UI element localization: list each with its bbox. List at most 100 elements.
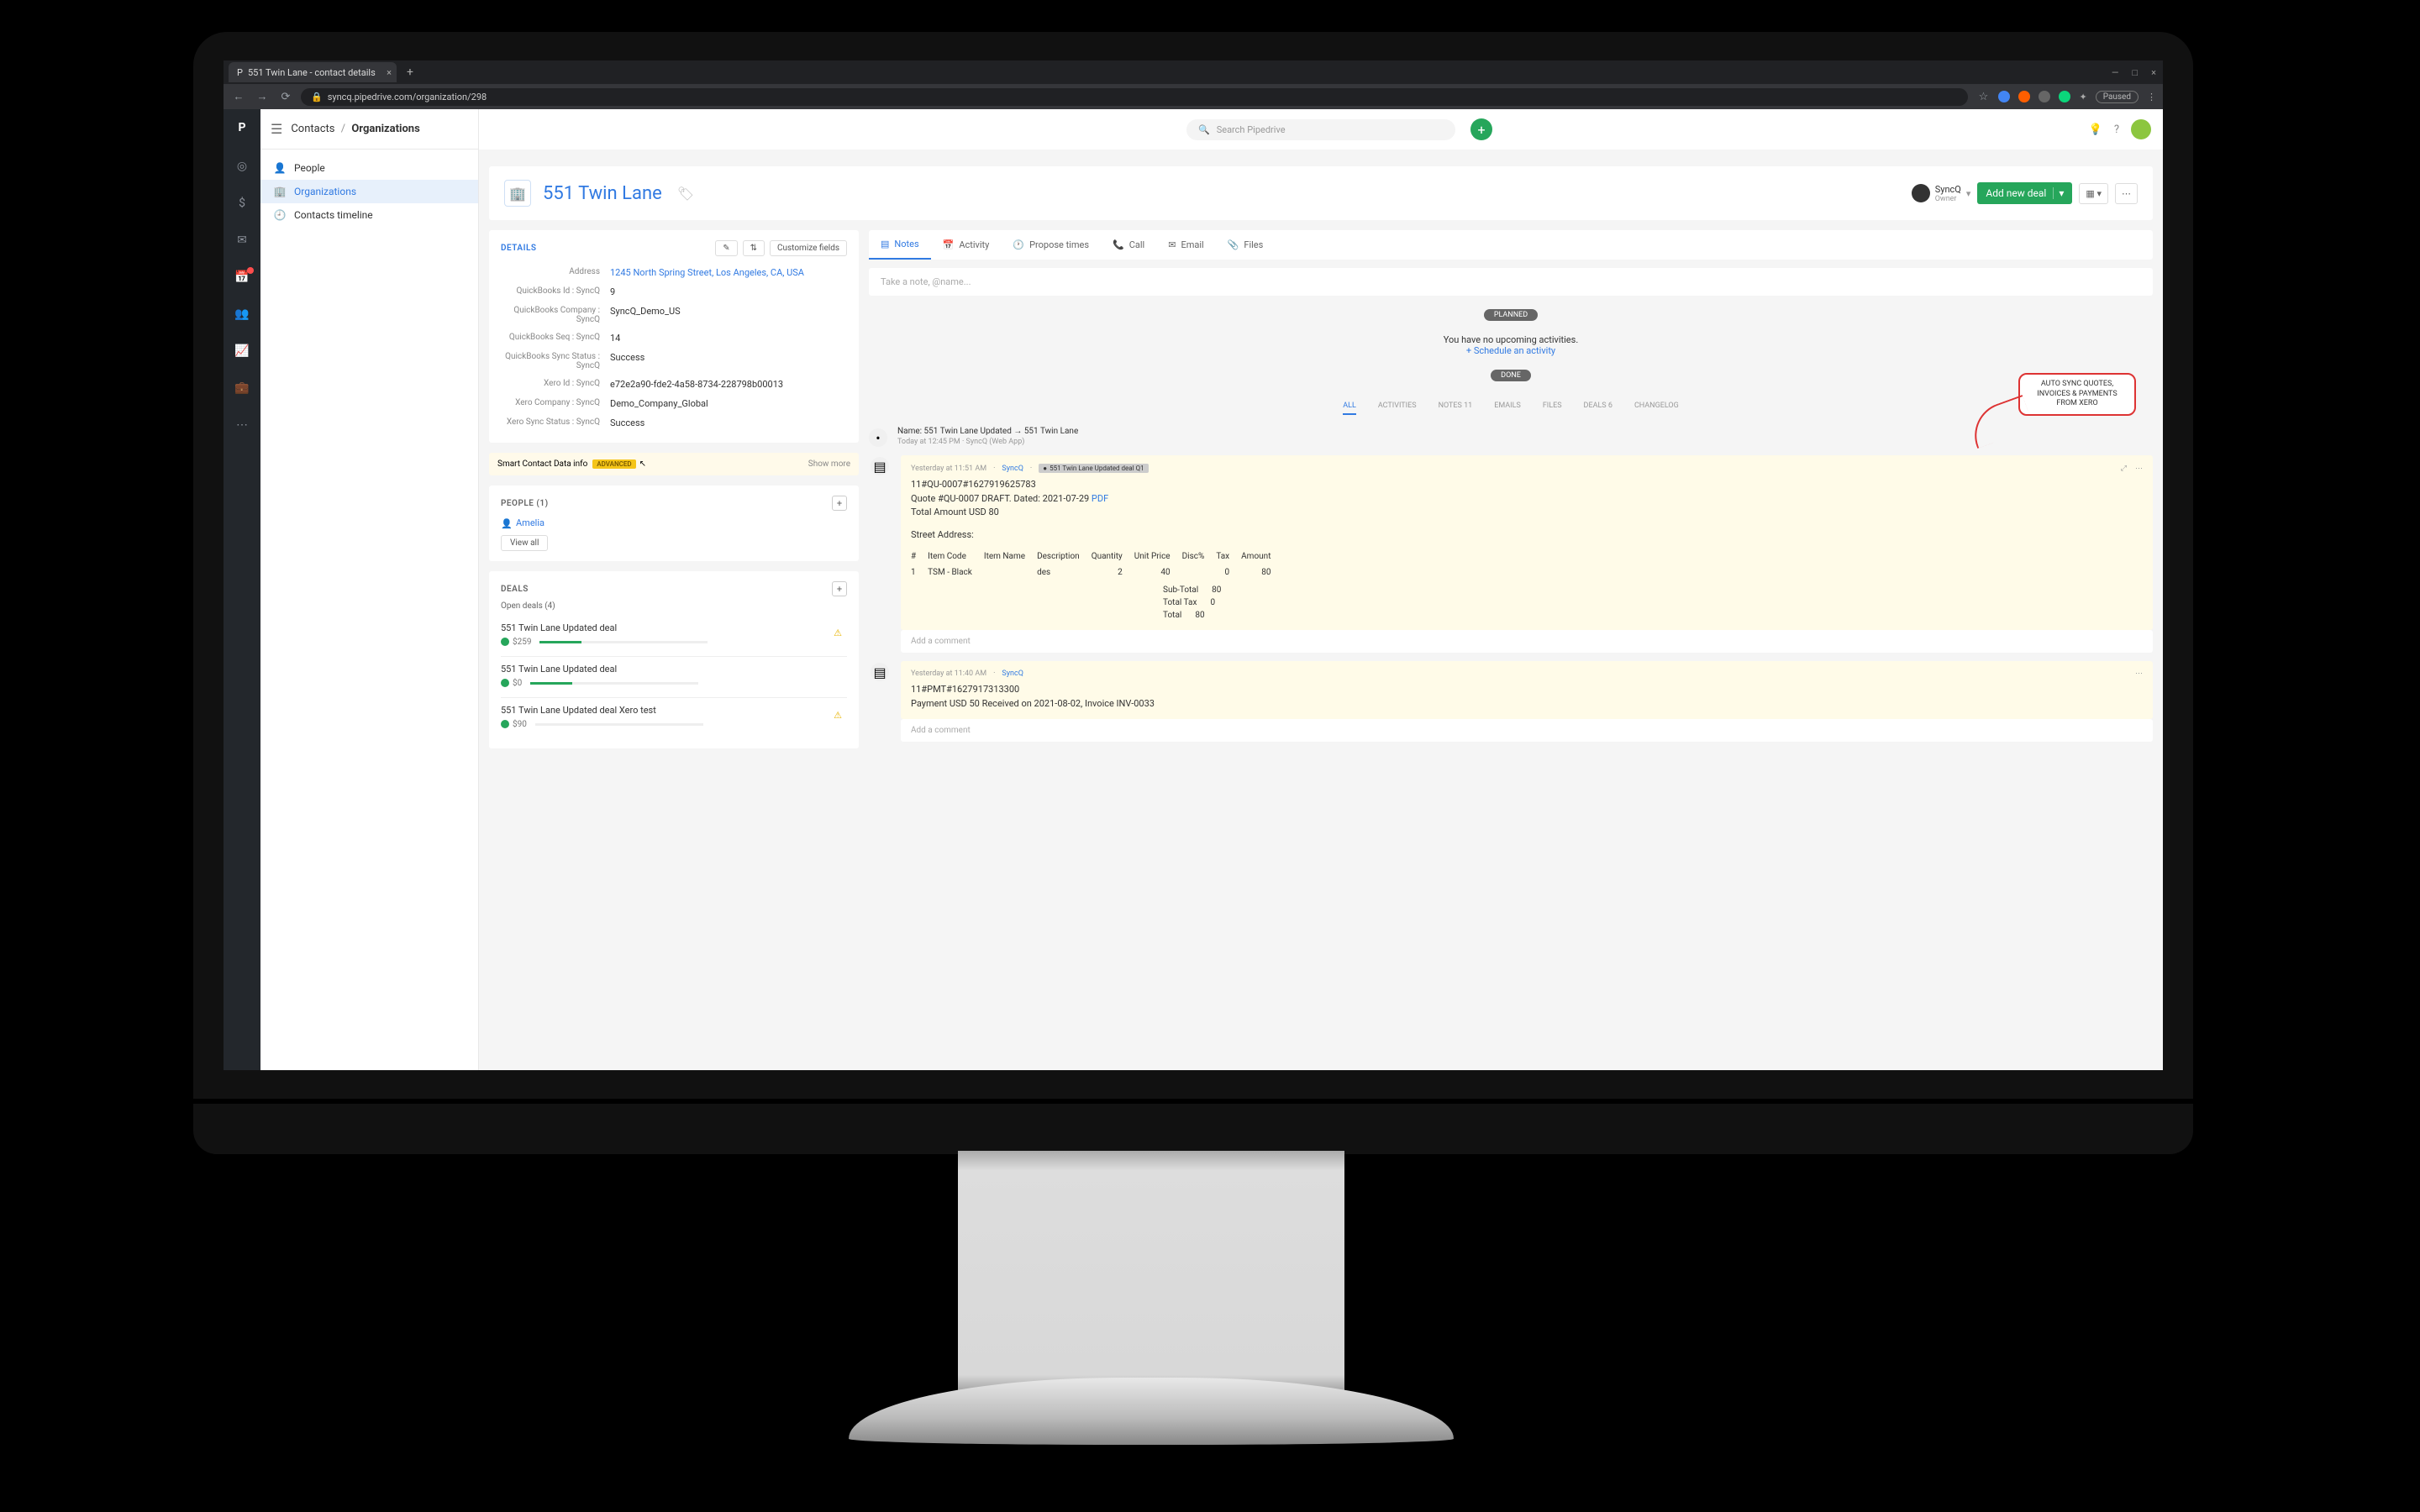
close-icon[interactable]: × — [387, 67, 392, 78]
pipedrive-logo-icon[interactable]: P — [232, 118, 252, 138]
ext-icon[interactable] — [2059, 91, 2070, 102]
crumb-contacts[interactable]: Contacts — [291, 123, 334, 135]
filter-emails[interactable]: EMAILS — [1494, 402, 1521, 415]
tab-email[interactable]: ✉Email — [1156, 231, 1215, 259]
field-label: QuickBooks Id : SyncQ — [501, 286, 610, 297]
more-icon[interactable]: ⋯ — [234, 417, 250, 433]
field-label: QuickBooks Seq : SyncQ — [501, 333, 610, 344]
filter-files[interactable]: FILES — [1543, 402, 1562, 415]
filter-changelog[interactable]: CHANGELOG — [1634, 402, 1679, 415]
org-icon: 🏢 — [504, 180, 531, 207]
view-toggle[interactable]: ▦ ▾ — [2079, 183, 2108, 204]
filter-deals[interactable]: DEALS 6 — [1584, 402, 1612, 415]
progress-bar — [535, 723, 703, 726]
tab-call[interactable]: 📞Call — [1101, 231, 1156, 259]
subnav-label: Organizations — [294, 186, 356, 197]
add-new-deal-button[interactable]: Add new deal ▾ — [1977, 182, 2072, 204]
ext-icon[interactable] — [2039, 91, 2050, 102]
ext-icon[interactable] — [2018, 91, 2030, 102]
browser-tab[interactable]: P 551 Twin Lane - contact details × — [229, 62, 397, 82]
filter-all[interactable]: ALL — [1343, 402, 1356, 415]
subnav-organizations[interactable]: 🏢 Organizations — [260, 180, 478, 203]
person-link[interactable]: 👤 Amelia — [501, 517, 847, 528]
deal-item[interactable]: 551 Twin Lane Updated deal Xero test $90… — [501, 698, 847, 738]
reload-icon[interactable]: ⟳ — [277, 91, 294, 103]
filter-activities[interactable]: ACTIVITIES — [1378, 402, 1417, 415]
deal-item[interactable]: 551 Twin Lane Updated deal $259 ⚠ — [501, 616, 847, 657]
more-icon[interactable]: ⋯ — [2135, 669, 2143, 678]
schedule-activity-link[interactable]: + Schedule an activity — [869, 345, 2153, 356]
back-icon[interactable]: ← — [230, 90, 247, 103]
tag-icon[interactable]: 🏷 — [677, 186, 694, 202]
smart-contact-bar[interactable]: Smart Contact Data info ADVANCED ↖ Show … — [489, 453, 859, 475]
global-search[interactable]: 🔍 Search Pipedrive — [1186, 119, 1455, 140]
mail-icon[interactable]: ✉ — [234, 232, 250, 249]
deal-amount: $0 — [513, 679, 522, 688]
add-deal-button[interactable]: + — [832, 581, 847, 596]
forward-icon[interactable]: → — [254, 90, 271, 103]
help-icon[interactable]: ? — [2114, 123, 2119, 136]
search-icon: 🔍 — [1198, 124, 1210, 135]
new-tab-button[interactable]: + — [407, 66, 413, 79]
note-icon: ▤ — [871, 457, 889, 475]
smart-label: Smart Contact Data info — [497, 459, 587, 469]
more-icon[interactable]: ⋯ — [2135, 465, 2143, 473]
address-bar[interactable]: 🔒 syncq.pipedrive.com/organization/298 — [301, 88, 1968, 106]
lightbulb-icon[interactable]: 💡 — [2089, 123, 2102, 136]
building-icon: 🏢 — [274, 186, 286, 197]
note-time: Yesterday at 11:51 AM — [911, 465, 986, 473]
expand-icon[interactable]: ⤢ — [2121, 465, 2127, 473]
insights-icon[interactable]: 📈 — [234, 343, 250, 360]
minimize-icon[interactable]: — — [2112, 67, 2119, 78]
more-actions-button[interactable]: ⋯ — [2115, 183, 2138, 204]
subnav-timeline[interactable]: 🕘 Contacts timeline — [260, 203, 478, 227]
products-icon[interactable]: 💼 — [234, 380, 250, 396]
field-value[interactable]: 1245 North Spring Street, Los Angeles, C… — [610, 267, 804, 278]
linked-deal-chip[interactable]: ●551 Twin Lane Updated deal Q1 — [1039, 464, 1148, 473]
deal-title: 551 Twin Lane Updated deal — [501, 664, 847, 675]
crumb-organizations[interactable]: Organizations — [351, 123, 419, 135]
email-icon: ✉ — [1168, 239, 1176, 250]
user-avatar[interactable] — [2131, 119, 2151, 139]
reorder-button[interactable]: ⇅ — [743, 240, 765, 256]
chevron-down-icon[interactable]: ▾ — [2053, 187, 2064, 199]
ext-icon[interactable] — [1998, 91, 2010, 102]
target-icon[interactable]: ◎ — [234, 158, 250, 175]
show-more-link[interactable]: Show more — [808, 459, 850, 469]
pdf-link[interactable]: PDF — [1092, 493, 1108, 504]
field-value: e72e2a90-fde2-4a58-8734-228798b00013 — [610, 379, 783, 390]
deal-amount: $259 — [513, 638, 531, 647]
filter-notes[interactable]: NOTES 11 — [1439, 402, 1473, 415]
tab-propose[interactable]: 🕐Propose times — [1001, 231, 1101, 259]
note-composer[interactable]: Take a note, @name... — [869, 268, 2153, 296]
open-deals-label: Open deals (4) — [501, 601, 847, 611]
contacts-icon[interactable]: 👥 — [234, 306, 250, 323]
dollar-icon[interactable]: $ — [234, 195, 250, 212]
add-comment-input[interactable]: Add a comment — [901, 719, 2153, 742]
quick-add-button[interactable]: + — [1470, 118, 1492, 140]
add-person-button[interactable]: + — [832, 496, 847, 511]
customize-fields-button[interactable]: Customize fields — [770, 240, 847, 256]
add-comment-input[interactable]: Add a comment — [901, 630, 2153, 653]
owner-selector[interactable]: SyncQ Owner ▾ — [1912, 184, 1971, 203]
chrome-menu-icon[interactable]: ⋮ — [2147, 92, 2156, 102]
subnav-people[interactable]: 👤 People — [260, 156, 478, 180]
note-user[interactable]: SyncQ — [1002, 465, 1023, 473]
note-line: Total Amount USD 80 — [911, 506, 2143, 520]
deal-item[interactable]: 551 Twin Lane Updated deal $0 — [501, 657, 847, 698]
edit-button[interactable]: ✎ — [715, 240, 737, 256]
close-window-icon[interactable]: × — [2151, 67, 2156, 78]
tab-notes[interactable]: ▤Notes — [869, 230, 931, 260]
field-label: Xero Company : SyncQ — [501, 398, 610, 409]
maximize-icon[interactable]: □ — [2132, 67, 2138, 78]
note-user[interactable]: SyncQ — [1002, 669, 1023, 678]
extensions-icon[interactable]: ✦ — [2079, 92, 2086, 102]
star-icon[interactable]: ☆ — [1975, 91, 1991, 103]
view-all-button[interactable]: View all — [501, 535, 548, 551]
calendar-icon[interactable]: 📅 — [234, 269, 250, 286]
tab-activity[interactable]: 📅Activity — [931, 231, 1002, 259]
tab-files[interactable]: 📎Files — [1216, 231, 1276, 259]
menu-icon[interactable]: ☰ — [271, 121, 282, 137]
paused-badge[interactable]: Paused — [2096, 91, 2139, 103]
owner-sub: Owner — [1935, 195, 1961, 203]
